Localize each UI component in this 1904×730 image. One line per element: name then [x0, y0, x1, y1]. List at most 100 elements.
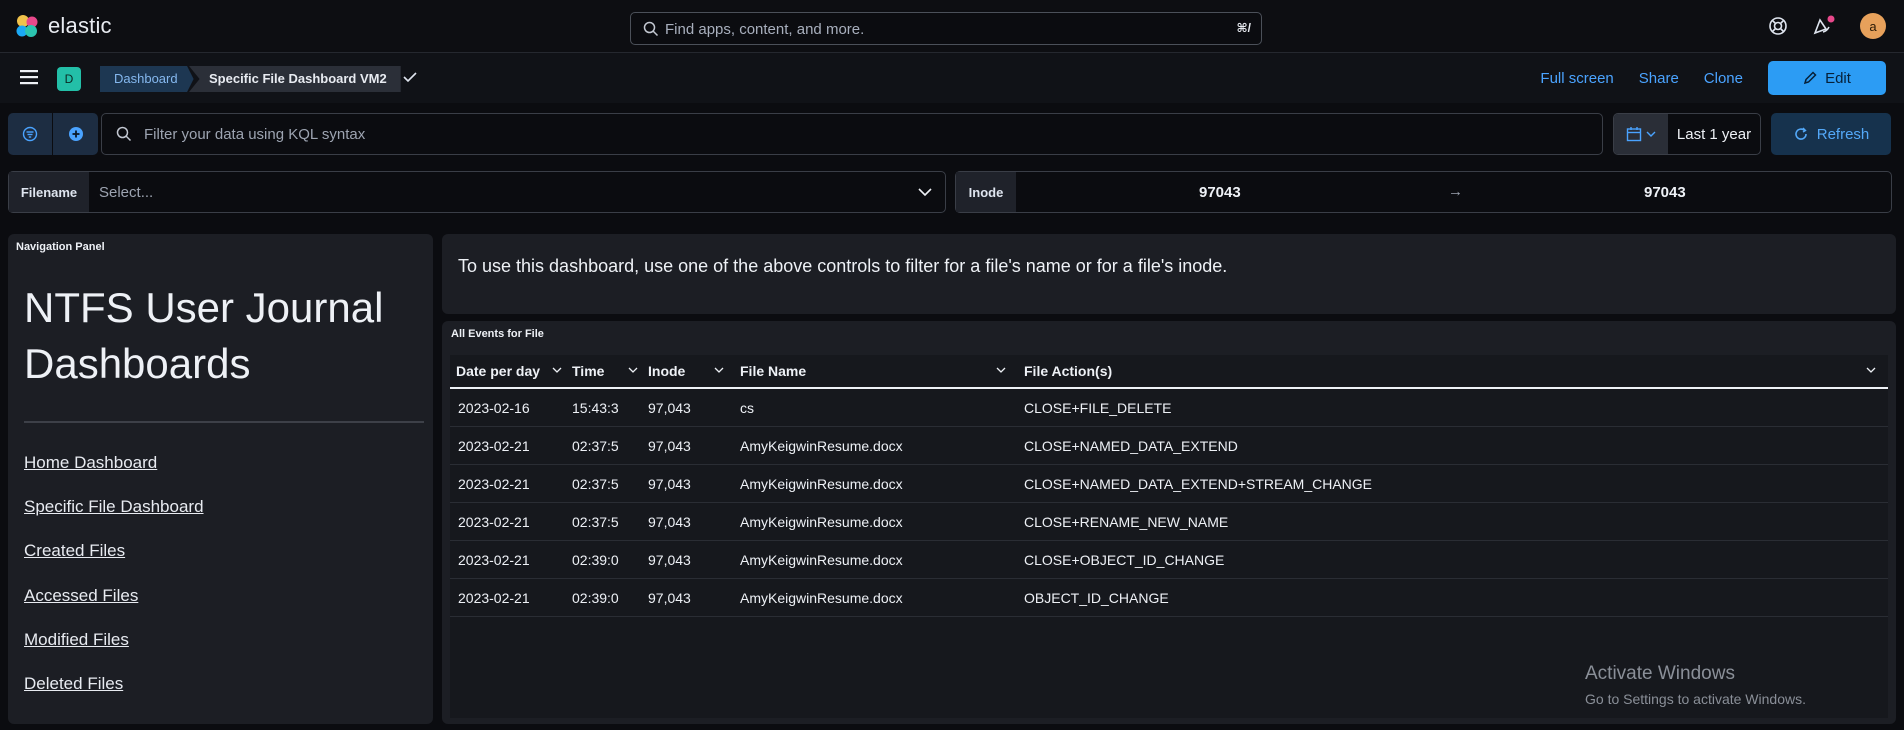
- instructions-text: To use this dashboard, use one of the ab…: [458, 256, 1228, 276]
- menu-icon[interactable]: [20, 69, 38, 85]
- filename-select[interactable]: Select...: [99, 184, 153, 201]
- inode-range-control[interactable]: Inode 97043 → 97043: [955, 171, 1892, 213]
- cell-file-name: AmyKeigwinResume.docx: [740, 552, 903, 568]
- cell-inode: 97,043: [648, 476, 691, 492]
- space-badge[interactable]: D: [57, 67, 81, 91]
- cell-time: 15:43:3: [572, 400, 619, 416]
- filename-label: Filename: [9, 172, 89, 212]
- elastic-logo[interactable]: elastic: [14, 13, 112, 39]
- column-header-time[interactable]: Time: [572, 355, 644, 387]
- column-header-file-actions[interactable]: File Action(s): [1024, 355, 1882, 387]
- chevron-down-icon[interactable]: [996, 366, 1006, 374]
- table-row[interactable]: 2023-02-21 02:37:5 97,043 AmyKeigwinResu…: [450, 427, 1888, 465]
- refresh-button[interactable]: Refresh: [1771, 113, 1891, 155]
- chevron-down-icon[interactable]: [917, 186, 933, 198]
- cell-date: 2023-02-21: [458, 476, 530, 492]
- windows-activation-watermark: Activate Windows Go to Settings to activ…: [1585, 663, 1806, 707]
- arrow-right-icon: →: [1448, 183, 1463, 200]
- table-header: Date per day Time Inode File Name File A…: [450, 355, 1888, 389]
- dashboard-actions: Full screen Share Clone Edit: [1540, 61, 1886, 95]
- table-row[interactable]: 2023-02-21 02:39:0 97,043 AmyKeigwinResu…: [450, 579, 1888, 617]
- column-header-file-name[interactable]: File Name: [740, 355, 1012, 387]
- nav-link-created-files[interactable]: Created Files: [24, 541, 125, 561]
- time-range-label[interactable]: Last 1 year: [1668, 114, 1760, 154]
- cell-time: 02:39:0: [572, 590, 619, 606]
- date-picker[interactable]: Last 1 year: [1613, 113, 1761, 155]
- cell-inode: 97,043: [648, 400, 691, 416]
- cell-time: 02:39:0: [572, 552, 619, 568]
- nav-link-deleted-files[interactable]: Deleted Files: [24, 674, 123, 694]
- column-header-inode[interactable]: Inode: [648, 355, 730, 387]
- panel-title: All Events for File: [451, 328, 544, 340]
- check-icon[interactable]: [402, 70, 418, 84]
- cell-file-name: cs: [740, 400, 754, 416]
- nav-link-home-dashboard[interactable]: Home Dashboard: [24, 453, 157, 473]
- cell-inode: 97,043: [648, 438, 691, 454]
- search-placeholder: Find apps, content, and more.: [665, 21, 865, 38]
- cell-time: 02:37:5: [572, 514, 619, 530]
- table-row[interactable]: 2023-02-21 02:37:5 97,043 AmyKeigwinResu…: [450, 503, 1888, 541]
- nav-link-accessed-files[interactable]: Accessed Files: [24, 586, 138, 606]
- table-row[interactable]: 2023-02-21 02:37:5 97,043 AmyKeigwinResu…: [450, 465, 1888, 503]
- help-icon[interactable]: [1768, 16, 1788, 36]
- cell-inode: 97,043: [648, 552, 691, 568]
- cell-inode: 97,043: [648, 590, 691, 606]
- nav-link-modified-files[interactable]: Modified Files: [24, 630, 129, 650]
- breadcrumb-current-dashboard: Specific File Dashboard VM2: [189, 66, 401, 92]
- chevron-down-icon[interactable]: [628, 366, 638, 374]
- column-header-date[interactable]: Date per day: [456, 355, 568, 387]
- cell-date: 2023-02-21: [458, 438, 530, 454]
- inode-max-input[interactable]: 97043: [1644, 184, 1686, 201]
- table-row[interactable]: 2023-02-16 15:43:3 97,043 cs CLOSE+FILE_…: [450, 389, 1888, 427]
- cell-inode: 97,043: [648, 514, 691, 530]
- user-avatar[interactable]: a: [1860, 13, 1886, 39]
- refresh-icon: [1794, 127, 1807, 140]
- chevron-down-icon[interactable]: [714, 366, 724, 374]
- plus-circle-icon: [68, 127, 83, 141]
- nav-link-specific-file-dashboard[interactable]: Specific File Dashboard: [24, 497, 204, 517]
- filter-buttons: [8, 113, 98, 155]
- cell-file-actions: CLOSE+RENAME_NEW_NAME: [1024, 514, 1229, 530]
- cell-file-actions: CLOSE+NAMED_DATA_EXTEND: [1024, 438, 1238, 454]
- search-icon: [643, 21, 659, 37]
- inode-label: Inode: [956, 172, 1016, 212]
- cell-date: 2023-02-21: [458, 514, 530, 530]
- inode-min-input[interactable]: 97043: [1199, 184, 1241, 201]
- column-header-label: Inode: [648, 363, 686, 379]
- brand-name: elastic: [48, 13, 112, 38]
- edit-button[interactable]: Edit: [1768, 61, 1886, 95]
- column-header-label: File Action(s): [1024, 363, 1113, 379]
- kql-search-input[interactable]: Filter your data using KQL syntax: [101, 113, 1603, 155]
- news-feed-icon[interactable]: [1812, 15, 1836, 37]
- cell-file-name: AmyKeigwinResume.docx: [740, 514, 903, 530]
- refresh-label: Refresh: [1816, 125, 1870, 143]
- navigation-panel: Navigation Panel NTFS User Journal Dashb…: [8, 234, 433, 724]
- breadcrumb-dashboard[interactable]: Dashboard: [100, 66, 194, 92]
- panel-title: Navigation Panel: [16, 241, 105, 253]
- chevron-down-icon[interactable]: [1866, 366, 1876, 374]
- global-search-input[interactable]: Find apps, content, and more. ⌘/: [630, 12, 1262, 45]
- chevron-down-icon[interactable]: [552, 366, 562, 374]
- breadcrumb-bar: D Dashboard Specific File Dashboard VM2 …: [0, 53, 1904, 103]
- edit-button-label: Edit: [1825, 69, 1851, 87]
- saved-query-button[interactable]: [8, 113, 53, 155]
- cell-file-actions: CLOSE+OBJECT_ID_CHANGE: [1024, 552, 1225, 568]
- query-bar: Filter your data using KQL syntax Last 1…: [0, 103, 1904, 167]
- watermark-title: Activate Windows: [1585, 663, 1735, 684]
- table-row[interactable]: 2023-02-21 02:39:0 97,043 AmyKeigwinResu…: [450, 541, 1888, 579]
- search-icon: [116, 126, 132, 142]
- filename-control[interactable]: Filename Select...: [8, 171, 946, 213]
- pencil-icon: [1803, 71, 1817, 85]
- cell-file-name: AmyKeigwinResume.docx: [740, 438, 903, 454]
- share-button[interactable]: Share: [1639, 70, 1679, 87]
- full-screen-button[interactable]: Full screen: [1540, 70, 1613, 87]
- cell-file-name: AmyKeigwinResume.docx: [740, 590, 903, 606]
- cell-time: 02:37:5: [572, 438, 619, 454]
- cell-file-actions: CLOSE+NAMED_DATA_EXTEND+STREAM_CHANGE: [1024, 476, 1373, 492]
- filter-menu-icon: [22, 126, 38, 142]
- top-header: elastic Find apps, content, and more. ⌘/…: [0, 0, 1904, 53]
- clone-button[interactable]: Clone: [1704, 70, 1743, 87]
- search-shortcut: ⌘/: [1236, 21, 1251, 35]
- quick-select-button[interactable]: [1614, 114, 1668, 154]
- add-filter-button[interactable]: [53, 113, 98, 155]
